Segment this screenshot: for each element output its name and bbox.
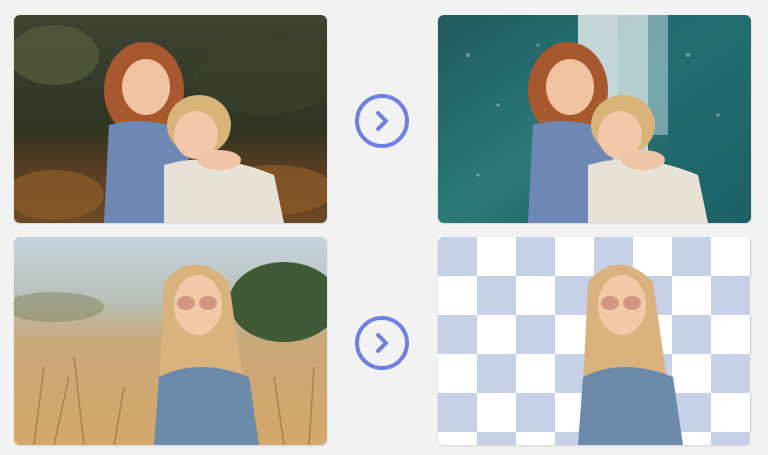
chevron-right-icon — [376, 333, 388, 353]
woman-cutout-photo — [438, 237, 751, 445]
arrow-button-1[interactable] — [355, 94, 409, 148]
before-image-girls-hugging — [14, 15, 327, 223]
chevron-right-icon — [376, 111, 388, 131]
woman-wheat-field-photo — [14, 237, 327, 445]
girls-hugging-replaced-background-photo — [438, 15, 751, 223]
arrow-button-2[interactable] — [355, 316, 409, 370]
after-image-new-background — [438, 15, 751, 223]
girls-hugging-photo — [14, 15, 327, 223]
before-image-woman-wheat-field — [14, 237, 327, 445]
after-image-transparent-background — [438, 237, 751, 445]
